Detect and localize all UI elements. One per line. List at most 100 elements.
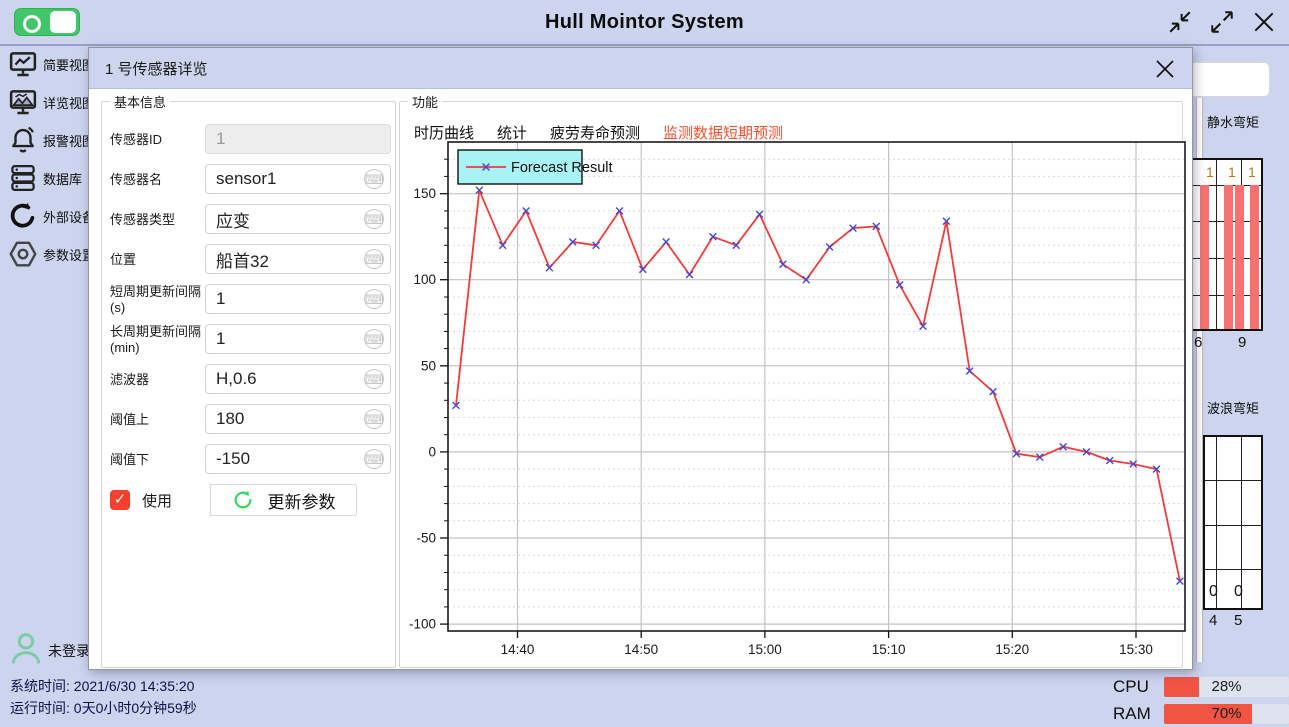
forecast-chart: 14:4014:5015:0015:1015:2015:30150100500-… <box>401 130 1191 670</box>
red-bar <box>1200 185 1209 329</box>
static-moment-title: 静水弯矩 <box>1207 112 1259 131</box>
expand-window-button[interactable] <box>1205 5 1239 39</box>
dialog-close-button[interactable] <box>1150 54 1180 84</box>
run-time-value: 0天0小时0分钟59秒 <box>74 700 197 716</box>
sensor-id-field <box>205 124 391 154</box>
red-bar <box>1224 185 1233 329</box>
x-axis-label: 5 <box>1234 612 1242 629</box>
field-label: 传感器名 <box>110 172 202 188</box>
bar-value: 1 <box>1228 164 1236 180</box>
keyboard-icon[interactable]: ⌨ <box>364 369 384 389</box>
field-threshold-upper: 阈值上 ⌨ <box>108 404 390 436</box>
login-status-label: 未登录 <box>48 641 90 661</box>
close-icon <box>1251 9 1277 35</box>
y-tick-label: -50 <box>416 531 436 546</box>
gridline <box>1205 480 1261 481</box>
sidebar-item-brief-view[interactable]: 简要视图 <box>6 47 95 81</box>
field-label: 阈值上 <box>110 412 202 428</box>
y-tick-label: 0 <box>428 444 436 459</box>
collapse-icon <box>1167 9 1193 35</box>
sidebar-item-alarm-view[interactable]: 报警视图 <box>6 123 95 157</box>
x-axis-label: 9 <box>1238 334 1246 351</box>
field-filter: 滤波器 ⌨ <box>108 364 390 396</box>
keyboard-icon[interactable]: ⌨ <box>364 329 384 349</box>
wave-moment-title: 波浪弯矩 <box>1207 398 1259 417</box>
use-row: ✓ 使用 <box>110 485 172 515</box>
field-sensor-type: 传感器类型 ⌨ <box>108 204 390 236</box>
monitor-area-chart-icon <box>6 85 40 119</box>
bar-value: 1 <box>1248 164 1256 180</box>
basic-info-legend: 基本信息 <box>110 92 170 111</box>
basic-info-group: 基本信息 传感器ID 传感器名 ⌨ 传感器类型 ⌨ 位置 ⌨ <box>101 92 396 668</box>
field-short-period-interval: 短周期更新间隔(s) ⌨ <box>108 284 390 316</box>
sidebar-item-external-devices[interactable]: 外部设备 <box>6 199 95 233</box>
bar-value: 1 <box>1206 164 1214 180</box>
close-window-button[interactable] <box>1247 5 1281 39</box>
monitor-line-chart-icon <box>6 47 40 81</box>
wave-moment-chart: 0 0 <box>1203 435 1263 610</box>
cpu-label: CPU <box>1113 677 1149 697</box>
ram-label: RAM <box>1113 704 1151 724</box>
dialog-titlebar[interactable]: 1 号传感器详览 <box>89 48 1192 89</box>
keyboard-icon[interactable]: ⌨ <box>364 249 384 269</box>
x-axis-label: 6 <box>1194 334 1202 351</box>
field-threshold-lower: 阈值下 ⌨ <box>108 444 390 476</box>
y-tick-label: 100 <box>413 272 436 287</box>
field-label: 传感器类型 <box>110 212 202 228</box>
sidebar-item-label: 数据库 <box>43 169 82 188</box>
sidebar-item-database[interactable]: 数据库 <box>6 161 82 195</box>
sidebar-item-detail-view[interactable]: 详览视图 <box>6 85 95 119</box>
system-time-value: 2021/6/30 14:35:20 <box>74 678 195 694</box>
app-title: Hull Mointor System <box>0 11 1289 34</box>
field-sensor-name: 传感器名 ⌨ <box>108 164 390 196</box>
field-label: 滤波器 <box>110 372 202 388</box>
y-tick-label: 50 <box>421 358 436 373</box>
red-bar <box>1250 185 1259 329</box>
bar-value: 0 <box>1209 583 1218 601</box>
field-label: 长周期更新间隔(min) <box>110 324 202 357</box>
y-tick-label: -100 <box>409 617 436 632</box>
field-position: 位置 ⌨ <box>108 244 390 276</box>
use-checkbox-label: 使用 <box>142 490 172 511</box>
keyboard-icon[interactable]: ⌨ <box>364 289 384 309</box>
x-tick-label: 15:20 <box>995 642 1029 657</box>
gridline <box>1205 525 1261 526</box>
field-long-period-interval: 长周期更新间隔(min) ⌨ <box>108 324 390 356</box>
expand-icon <box>1209 9 1235 35</box>
field-label: 传感器ID <box>110 132 202 148</box>
run-time-label: 运行时间: <box>10 700 70 716</box>
update-params-button[interactable]: 更新参数 <box>210 484 357 516</box>
x-tick-label: 14:40 <box>501 642 535 657</box>
keyboard-icon[interactable]: ⌨ <box>364 409 384 429</box>
collapse-window-button[interactable] <box>1163 5 1197 39</box>
field-sensor-id: 传感器ID <box>108 124 390 156</box>
refresh-icon <box>232 489 254 511</box>
user-icon <box>10 630 42 671</box>
cpu-progress-bar: 28% <box>1164 677 1289 697</box>
status-bar: 系统时间: 2021/6/30 14:35:20 运行时间: 0天0小时0分钟5… <box>0 672 1289 727</box>
background-panel-box <box>1180 62 1270 97</box>
login-status[interactable]: 未登录 <box>10 630 90 671</box>
x-tick-label: 15:00 <box>748 642 782 657</box>
keyboard-icon[interactable]: ⌨ <box>364 209 384 229</box>
cpu-percent: 28% <box>1164 678 1289 695</box>
function-legend: 功能 <box>408 92 442 111</box>
static-moment-chart: 1 1 1 1 <box>1186 158 1263 331</box>
field-label: 位置 <box>110 252 202 268</box>
bell-icon <box>6 123 40 157</box>
run-time: 运行时间: 0天0小时0分钟59秒 <box>10 698 197 718</box>
legend-label: Forecast Result <box>511 160 613 176</box>
database-icon <box>6 161 40 195</box>
keyboard-icon[interactable]: ⌨ <box>364 449 384 469</box>
update-params-label: 更新参数 <box>268 488 336 513</box>
gridline <box>1205 569 1261 570</box>
keyboard-icon[interactable]: ⌨ <box>364 169 384 189</box>
system-time: 系统时间: 2021/6/30 14:35:20 <box>10 676 194 696</box>
sidebar-item-parameter-settings[interactable]: 参数设置 <box>6 237 95 271</box>
system-time-label: 系统时间: <box>10 678 70 694</box>
use-checkbox[interactable]: ✓ <box>110 490 130 510</box>
red-bar <box>1235 185 1244 329</box>
ram-progress-bar: 70% <box>1164 704 1289 724</box>
x-tick-label: 15:30 <box>1119 642 1153 657</box>
dialog-title: 1 号传感器详览 <box>105 58 208 79</box>
